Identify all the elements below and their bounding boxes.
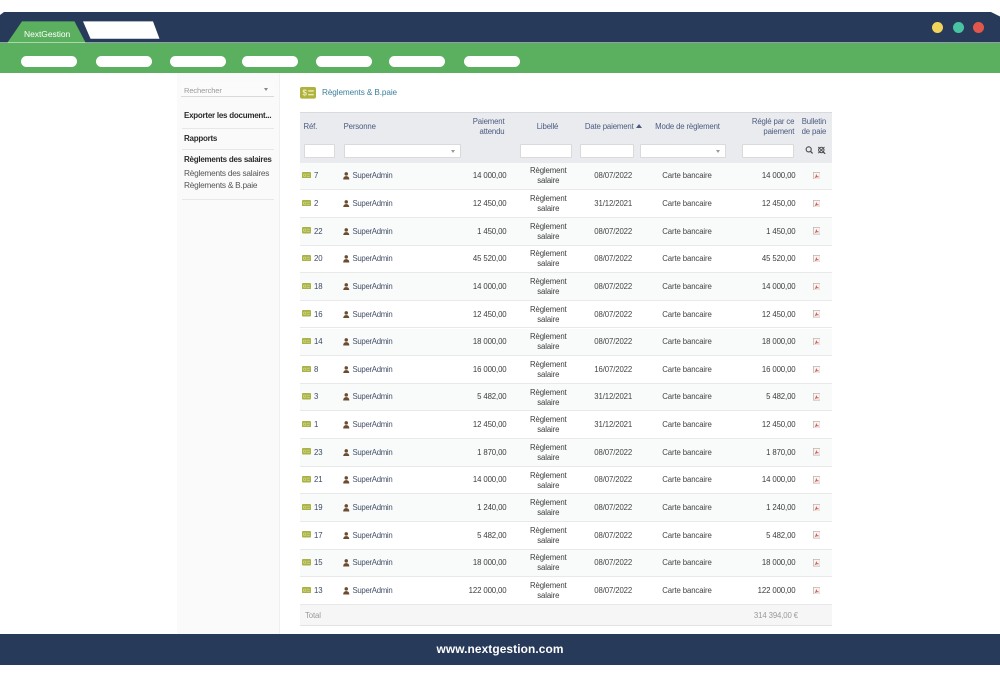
svg-text:$: $ <box>303 88 308 97</box>
